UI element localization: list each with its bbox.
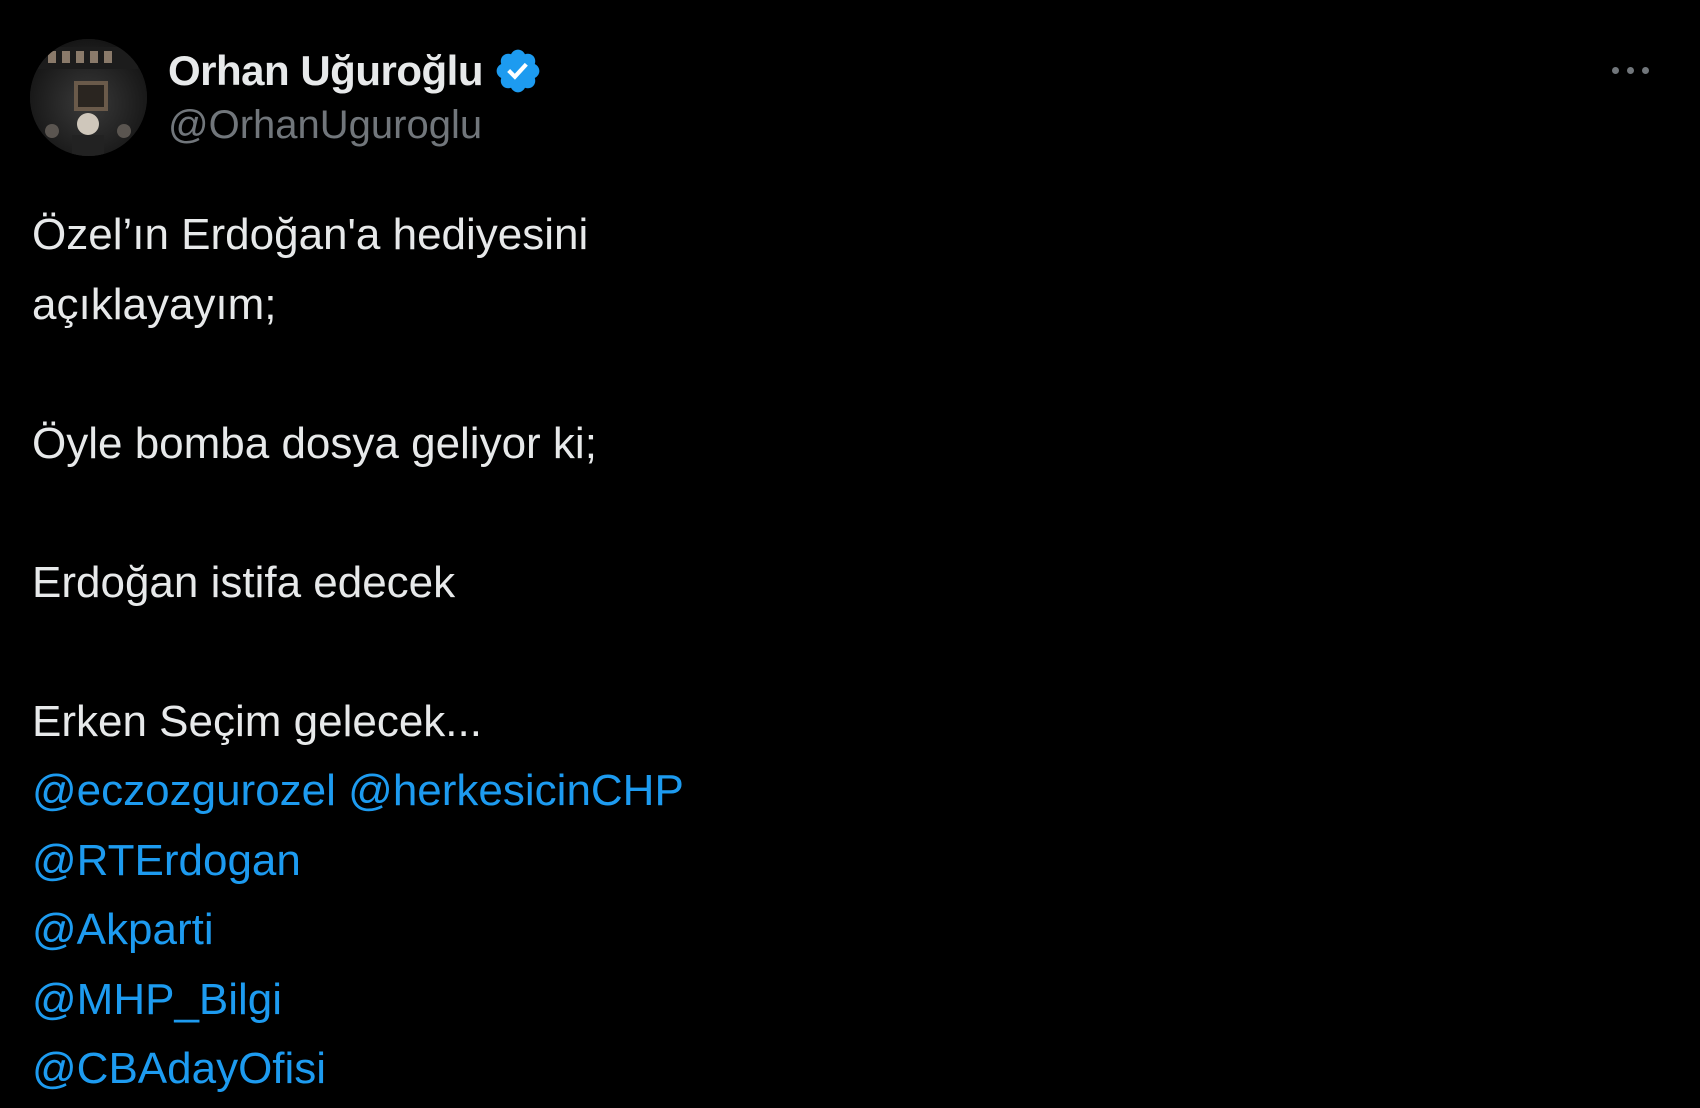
tweet-text-line: Öyle bomba dosya geliyor ki; [32, 418, 597, 468]
mention-link-mhp-bilgi[interactable]: @MHP_Bilgi [32, 975, 282, 1024]
avatar[interactable] [30, 39, 147, 156]
mention-line: @Akparti [32, 895, 1632, 965]
tweet-text-line [32, 339, 1632, 409]
author-handle[interactable]: @OrhanUguroglu [168, 103, 482, 148]
mention-link-akparti[interactable]: @Akparti [32, 905, 214, 954]
mention-link-rterdogan[interactable]: @RTErdogan [32, 836, 301, 885]
mention-line: @CBAdayOfisi [32, 1034, 1632, 1104]
mention-link-cbadayofisi[interactable]: @CBAdayOfisi [32, 1044, 326, 1093]
mention-link-eczozgurozel[interactable]: @eczozgurozel [32, 766, 336, 815]
mention-line: @MHP_Bilgi [32, 965, 1632, 1035]
tweet-text-line: Özel’ın Erdoğan'a hediyesini [32, 210, 589, 259]
tweet-text-line: açıklayayım; [32, 279, 277, 329]
author-display-name[interactable]: Orhan Uğuroğlu [168, 47, 483, 95]
tweet-card: Orhan Uğuroğlu @OrhanUguroglu Özel’ın Er… [0, 0, 1700, 1108]
profile-photo-icon [30, 39, 147, 156]
tweet-text-line: Erken Seçim gelecek... [32, 696, 482, 746]
more-horizontal-icon [1611, 66, 1649, 74]
verified-badge-icon [496, 49, 540, 93]
mention-link-herkesicinchp[interactable]: @herkesicinCHP [348, 766, 684, 815]
more-options-button[interactable] [1600, 50, 1660, 90]
tweet-text-line [32, 617, 1632, 687]
tweet-text: Özel’ın Erdoğan'a hediyesini açıklayayım… [32, 200, 1632, 1104]
author-name-row: Orhan Uğuroğlu [168, 42, 543, 100]
mention-line: @RTErdogan [32, 826, 1632, 896]
mention-line: @eczozgurozel @herkesicinCHP [32, 756, 1632, 826]
tweet-text-line: Erdoğan istifa edecek [32, 557, 456, 607]
tweet-text-line [32, 478, 1632, 548]
